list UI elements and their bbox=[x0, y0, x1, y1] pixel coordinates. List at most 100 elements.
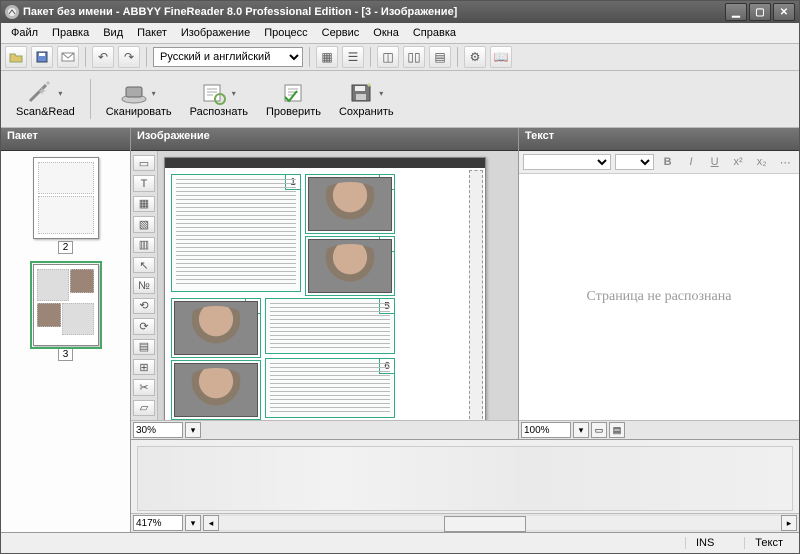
main-toolbar: ▾ Scan&Read ▾ Сканировать ▾ Распознать П… bbox=[1, 71, 799, 128]
page-thumbnail[interactable]: 2 bbox=[32, 157, 100, 254]
batch-pane-title: Пакет bbox=[1, 128, 130, 151]
dropdown-icon[interactable]: ▾ bbox=[229, 80, 239, 106]
rotate-right-icon[interactable]: ⟳ bbox=[133, 318, 155, 334]
text-zoom-bar: ▾ ▭ ▤ bbox=[519, 420, 799, 439]
batch-pane: Пакет 2 3 bbox=[1, 128, 131, 532]
scroll-thumb[interactable] bbox=[444, 516, 526, 532]
eraser-tool-icon[interactable]: ▱ bbox=[133, 400, 155, 416]
check-button[interactable]: Проверить bbox=[257, 77, 330, 121]
layout-toggle-icon[interactable]: ▭ bbox=[591, 422, 607, 438]
scroll-left-icon[interactable]: ◂ bbox=[203, 515, 219, 531]
wand-icon bbox=[25, 80, 55, 106]
read-label: Распознать bbox=[190, 106, 248, 118]
menu-file[interactable]: Файл bbox=[5, 25, 44, 41]
menu-help[interactable]: Справка bbox=[407, 25, 462, 41]
table-split-tool-icon[interactable]: ⊞ bbox=[133, 359, 155, 375]
view-details-icon[interactable]: ☰ bbox=[342, 46, 364, 68]
workspace: Пакет 2 3 bbox=[1, 128, 799, 532]
minimize-button[interactable]: ▁ bbox=[725, 3, 747, 21]
layout-2-icon[interactable]: ▯▯ bbox=[403, 46, 425, 68]
menu-image[interactable]: Изображение bbox=[175, 25, 256, 41]
redo-icon[interactable]: ↷ bbox=[118, 46, 140, 68]
font-family-select[interactable] bbox=[523, 154, 611, 170]
view-thumbs-icon[interactable]: ▦ bbox=[316, 46, 338, 68]
save-label: Сохранить bbox=[339, 106, 394, 118]
page-number: 2 bbox=[58, 241, 74, 254]
open-icon[interactable] bbox=[5, 46, 27, 68]
dropdown-icon[interactable]: ▾ bbox=[55, 80, 65, 106]
page-thumbnail[interactable]: 3 bbox=[32, 264, 100, 361]
crop-tool-icon[interactable]: ✂ bbox=[133, 379, 155, 395]
subscript-icon[interactable]: x₂ bbox=[752, 153, 772, 171]
text-zone-tool-icon[interactable]: T bbox=[133, 175, 155, 191]
picture-zone-tool-icon[interactable]: ▧ bbox=[133, 216, 155, 232]
text-toolbar: B I U x² x₂ ⋯ bbox=[519, 151, 799, 174]
underline-icon[interactable]: U bbox=[705, 153, 725, 171]
read-button[interactable]: ▾ Распознать bbox=[181, 77, 257, 121]
zoom-viewport[interactable] bbox=[131, 440, 799, 513]
separator bbox=[85, 47, 86, 67]
barcode-zone-tool-icon[interactable]: ▥ bbox=[133, 237, 155, 253]
pointer-tool-icon[interactable]: ↖ bbox=[133, 257, 155, 273]
font-size-select[interactable] bbox=[615, 154, 654, 170]
scan-label: Сканировать bbox=[106, 106, 172, 118]
select-tool-icon[interactable]: ▭ bbox=[133, 155, 155, 171]
vertical-ruler bbox=[469, 170, 483, 420]
zoom-pane: ▾ ◂ ▸ bbox=[131, 439, 799, 532]
dropdown-icon[interactable]: ▾ bbox=[376, 80, 386, 106]
scroll-track[interactable] bbox=[219, 516, 781, 530]
superscript-icon[interactable]: x² bbox=[728, 153, 748, 171]
save-icon[interactable] bbox=[31, 46, 53, 68]
scan-and-read-button[interactable]: ▾ Scan&Read bbox=[7, 77, 84, 121]
menu-bar: Файл Правка Вид Пакет Изображение Процес… bbox=[1, 23, 799, 44]
menu-tools[interactable]: Сервис bbox=[316, 25, 366, 41]
image-zoom-input[interactable] bbox=[133, 422, 183, 438]
scroll-right-icon[interactable]: ▸ bbox=[781, 515, 797, 531]
maximize-button[interactable]: ▢ bbox=[749, 3, 771, 21]
italic-icon[interactable]: I bbox=[681, 153, 701, 171]
close-button[interactable]: ✕ bbox=[773, 3, 795, 21]
options-icon[interactable]: ⚙ bbox=[464, 46, 486, 68]
magnifier-zoom-bar: ▾ ◂ ▸ bbox=[131, 513, 799, 532]
image-pane: Изображение ▭ T ▦ ▧ ▥ ↖ № ⟲ ⟳ ▤ bbox=[131, 128, 519, 439]
dictionary-icon[interactable]: 📖 bbox=[490, 46, 512, 68]
save-big-button[interactable]: ▾ Сохранить bbox=[330, 77, 403, 121]
menu-batch[interactable]: Пакет bbox=[131, 25, 173, 41]
scanner-icon bbox=[119, 80, 149, 106]
table-zone-tool-icon[interactable]: ▦ bbox=[133, 196, 155, 212]
text-viewport[interactable]: Страница не распознана bbox=[519, 174, 799, 420]
read-icon bbox=[199, 80, 229, 106]
zoom-dropdown-icon[interactable]: ▾ bbox=[573, 422, 589, 438]
page-number: 3 bbox=[58, 348, 74, 361]
image-viewport[interactable]: 1 2 3 bbox=[158, 151, 518, 420]
scan-button[interactable]: ▾ Сканировать bbox=[97, 77, 181, 121]
menu-windows[interactable]: Окна bbox=[367, 25, 405, 41]
zoom-dropdown-icon[interactable]: ▾ bbox=[185, 515, 201, 531]
mail-icon[interactable] bbox=[57, 46, 79, 68]
menu-edit[interactable]: Правка bbox=[46, 25, 95, 41]
language-select[interactable]: Русский и английский bbox=[153, 47, 303, 67]
page-canvas: 1 2 3 bbox=[164, 157, 486, 420]
dropdown-icon[interactable]: ▾ bbox=[149, 80, 159, 106]
bold-icon[interactable]: B bbox=[658, 153, 678, 171]
zoom-dropdown-icon[interactable]: ▾ bbox=[185, 422, 201, 438]
text-zoom-input[interactable] bbox=[521, 422, 571, 438]
renumber-tool-icon[interactable]: № bbox=[133, 277, 155, 293]
undo-icon[interactable]: ↶ bbox=[92, 46, 114, 68]
menu-view[interactable]: Вид bbox=[97, 25, 129, 41]
status-bar: INS Текст bbox=[1, 532, 799, 553]
scan-and-read-label: Scan&Read bbox=[16, 106, 75, 118]
menu-process[interactable]: Процесс bbox=[258, 25, 313, 41]
image-toolbar: ▭ T ▦ ▧ ▥ ↖ № ⟲ ⟳ ▤ ⊞ ✂ ▱ bbox=[131, 151, 158, 420]
layout-toggle2-icon[interactable]: ▤ bbox=[609, 422, 625, 438]
text-pane-title: Текст bbox=[519, 128, 799, 151]
layout-3-icon[interactable]: ▤ bbox=[429, 46, 451, 68]
magnifier-zoom-input[interactable] bbox=[133, 515, 183, 531]
layout-1-icon[interactable]: ◫ bbox=[377, 46, 399, 68]
image-zoom-bar: ▾ bbox=[131, 420, 518, 439]
table-grid-tool-icon[interactable]: ▤ bbox=[133, 339, 155, 355]
text-placeholder: Страница не распознана bbox=[587, 289, 732, 305]
text-options-icon[interactable]: ⋯ bbox=[775, 153, 795, 171]
rotate-left-icon[interactable]: ⟲ bbox=[133, 298, 155, 314]
standard-toolbar: ↶ ↷ Русский и английский ▦ ☰ ◫ ▯▯ ▤ ⚙ 📖 bbox=[1, 44, 799, 71]
